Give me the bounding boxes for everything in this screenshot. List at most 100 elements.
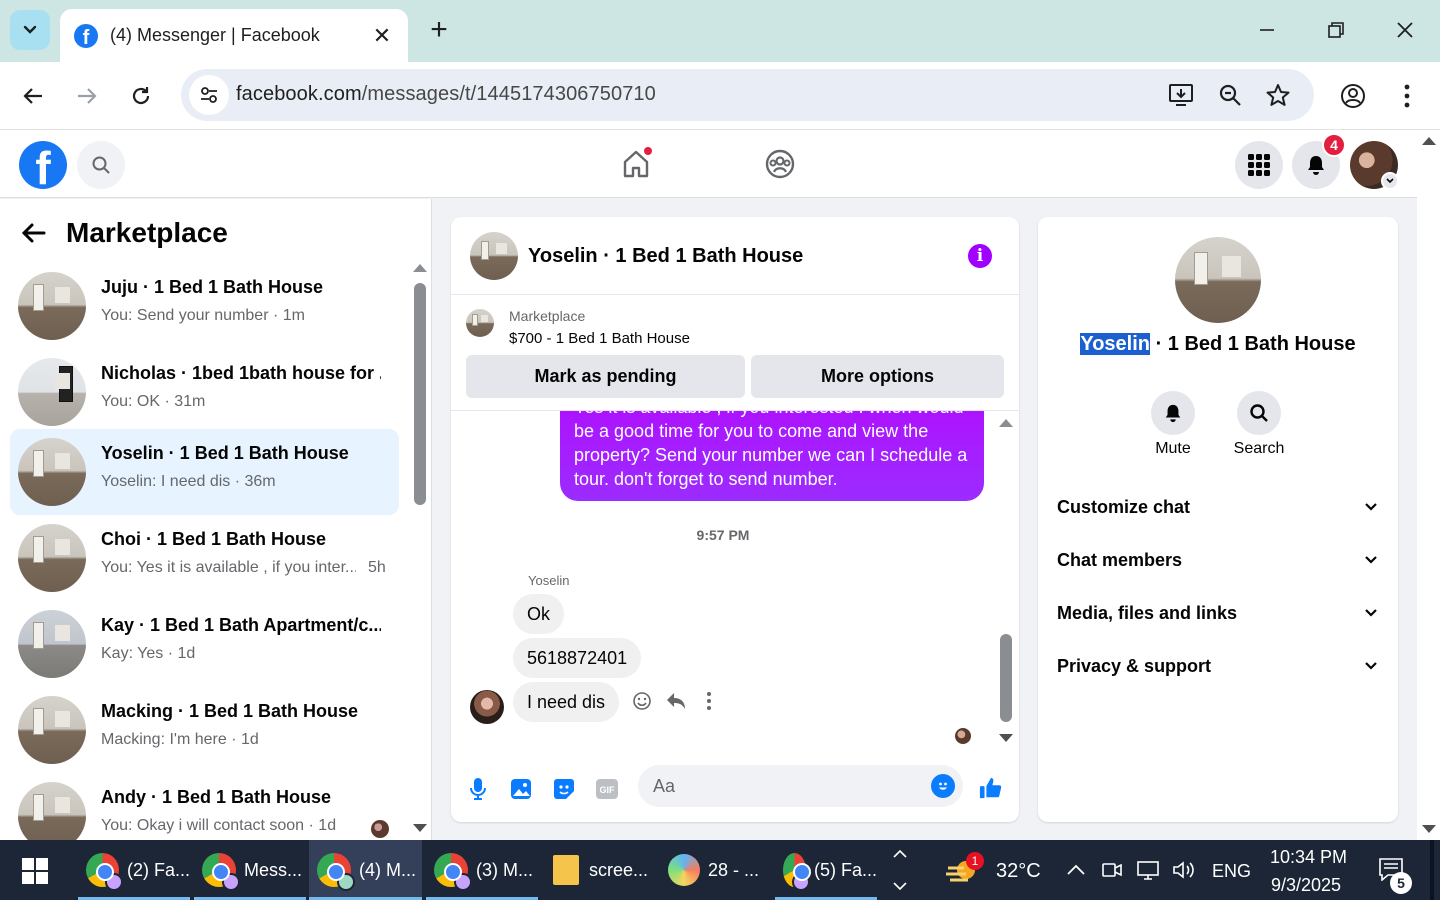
info-listing-thumbnail[interactable]: [1175, 237, 1261, 323]
conversation-item[interactable]: Choi · 1 Bed 1 Bath House You: Yes it is…: [10, 515, 399, 601]
close-window-button[interactable]: [1390, 14, 1420, 46]
input-language[interactable]: ENG: [1212, 861, 1251, 882]
page-scroll-up-arrow[interactable]: [1422, 137, 1436, 145]
conversation-item[interactable]: Macking · 1 Bed 1 Bath House Macking: I'…: [10, 687, 399, 773]
incoming-message-bubble[interactable]: Ok: [513, 594, 565, 634]
media-files-links-section[interactable]: Media, files and links: [1057, 593, 1377, 633]
conversation-info-icon[interactable]: i: [968, 244, 992, 268]
taskbar-chrome-window[interactable]: (3) M...: [426, 840, 538, 900]
forward-button[interactable]: [69, 78, 105, 114]
groups-icon: [765, 149, 795, 179]
back-arrow-icon[interactable]: [20, 222, 46, 244]
browser-menu-button[interactable]: [1389, 78, 1425, 114]
mute-label: Mute: [1155, 440, 1191, 457]
address-bar[interactable]: facebook.com/messages/t/1445174306750710: [181, 69, 1314, 121]
restore-button[interactable]: [1321, 14, 1351, 46]
windows-start-icon[interactable]: [22, 858, 48, 884]
site-info-button[interactable]: [189, 75, 229, 115]
chat-title[interactable]: Yoselin · 1 Bed 1 Bath House: [528, 245, 803, 268]
reload-button[interactable]: [123, 78, 159, 114]
menu-button[interactable]: [1235, 141, 1283, 189]
taskbar-chrome-window[interactable]: (2) Fa...: [78, 840, 190, 900]
facebook-logo[interactable]: f: [19, 141, 67, 189]
mark-as-pending-button[interactable]: Mark as pending: [466, 355, 745, 398]
sidebar-scroll-up-arrow[interactable]: [413, 264, 427, 272]
zoom-icon[interactable]: [1216, 81, 1244, 109]
reply-icon[interactable]: [664, 689, 688, 713]
conversation-info-panel: Yoselin · 1 Bed 1 Bath House Mute Search…: [1038, 217, 1398, 822]
svg-text:GIF: GIF: [600, 785, 616, 795]
chat-scrollbar-thumb[interactable]: [1000, 634, 1012, 722]
profile-button[interactable]: [1335, 78, 1371, 114]
conversation-item[interactable]: Kay · 1 Bed 1 Bath Apartment/c... Kay: Y…: [10, 601, 399, 687]
info-title-highlighted-name: Yoselin: [1080, 333, 1151, 355]
taskbar-scroll-down-icon[interactable]: [892, 880, 908, 898]
info-title: Yoselin · 1 Bed 1 Bath House: [1038, 333, 1398, 356]
groups-nav-button[interactable]: [760, 144, 800, 184]
conversation-item-selected[interactable]: Yoselin · 1 Bed 1 Bath House Yoselin: I …: [10, 429, 399, 515]
listing-title[interactable]: $700 - 1 Bed 1 Bath House: [509, 330, 690, 347]
incoming-message-bubble[interactable]: I need dis: [513, 682, 620, 722]
photo-icon[interactable]: [509, 777, 533, 801]
sender-avatar[interactable]: [470, 690, 504, 724]
show-desktop-button[interactable]: [1430, 840, 1434, 900]
new-tab-button[interactable]: +: [424, 14, 454, 46]
seen-by-avatar: [371, 820, 389, 838]
conversation-preview: You: Send your number · 1m: [101, 307, 305, 324]
sidebar-scrollbar-thumb[interactable]: [414, 283, 426, 505]
home-nav-button[interactable]: [616, 144, 656, 184]
sticker-icon[interactable]: [552, 777, 576, 801]
install-app-icon[interactable]: [1167, 81, 1195, 109]
clock-date[interactable]: 9/3/2025: [1271, 875, 1341, 896]
microphone-icon[interactable]: [466, 777, 490, 801]
privacy-support-section[interactable]: Privacy & support: [1057, 646, 1377, 686]
taskbar-chrome-window[interactable]: (5) Fa...: [775, 840, 877, 900]
minimize-button[interactable]: [1252, 14, 1282, 46]
page-scroll-down-arrow[interactable]: [1422, 825, 1436, 833]
account-chevron-icon[interactable]: [1381, 172, 1399, 190]
customize-chat-section[interactable]: Customize chat: [1057, 487, 1377, 527]
chat-listing-thumbnail[interactable]: [470, 232, 518, 280]
network-icon[interactable]: [1136, 858, 1160, 882]
bookmark-star-icon[interactable]: [1264, 81, 1292, 109]
conversation-name: Choi · 1 Bed 1 Bath House: [101, 529, 327, 549]
conversation-item[interactable]: Juju · 1 Bed 1 Bath House You: Send your…: [10, 263, 399, 349]
volume-icon[interactable]: [1172, 858, 1196, 882]
more-actions-icon[interactable]: [697, 689, 721, 713]
conversation-preview: Kay: Yes · 1d: [101, 645, 196, 662]
taskbar-scroll-up-icon[interactable]: [892, 846, 908, 864]
emoji-icon[interactable]: [931, 774, 955, 798]
taskbar-explorer-window[interactable]: scree...: [545, 840, 657, 900]
search-in-conversation-button[interactable]: Search: [1223, 391, 1295, 458]
conversation-item[interactable]: Andy · 1 Bed 1 Bath House You: Okay i wi…: [10, 773, 399, 840]
tab-close-icon[interactable]: ✕: [370, 23, 394, 49]
conversation-item[interactable]: Nicholas · 1bed 1bath house for ... You:…: [10, 349, 399, 435]
back-button[interactable]: [15, 78, 51, 114]
taskbar-chrome-window-active[interactable]: (4) M...: [309, 840, 422, 900]
temperature[interactable]: 32°C: [996, 860, 1041, 883]
taskbar-paint-window[interactable]: 28 - ...: [660, 840, 772, 900]
sidebar-scroll-down-arrow[interactable]: [413, 824, 427, 832]
more-options-button[interactable]: More options: [751, 355, 1004, 398]
thumbs-up-icon[interactable]: [979, 776, 1003, 800]
facebook-search-button[interactable]: [77, 141, 125, 189]
message-input[interactable]: Aa: [638, 765, 963, 807]
page-scrollbar[interactable]: [1417, 130, 1440, 840]
meet-now-icon[interactable]: [1100, 858, 1124, 882]
taskbar-item-label: Mess...: [244, 859, 303, 880]
clock-time[interactable]: 10:34 PM: [1270, 847, 1347, 868]
chat-scroll-up-arrow[interactable]: [999, 419, 1013, 427]
mute-button[interactable]: Mute: [1137, 391, 1209, 458]
browser-tab-active[interactable]: f (4) Messenger | Facebook ✕: [60, 9, 408, 62]
react-emoji-icon[interactable]: [630, 689, 654, 713]
chat-scroll-down-arrow[interactable]: [999, 734, 1013, 742]
chat-members-section[interactable]: Chat members: [1057, 540, 1377, 580]
tab-search-button[interactable]: [10, 10, 50, 50]
action-center-count-badge: 5: [1390, 872, 1412, 894]
taskbar-chrome-window[interactable]: Mess...: [194, 840, 306, 900]
gif-icon[interactable]: GIF: [595, 777, 619, 801]
incoming-message-bubble[interactable]: 5618872401: [513, 638, 642, 678]
chat-panel: Yoselin · 1 Bed 1 Bath House i Yes it is…: [451, 217, 1019, 822]
tray-overflow-chevron-icon[interactable]: [1064, 858, 1088, 882]
listing-thumbnail: [18, 524, 86, 592]
